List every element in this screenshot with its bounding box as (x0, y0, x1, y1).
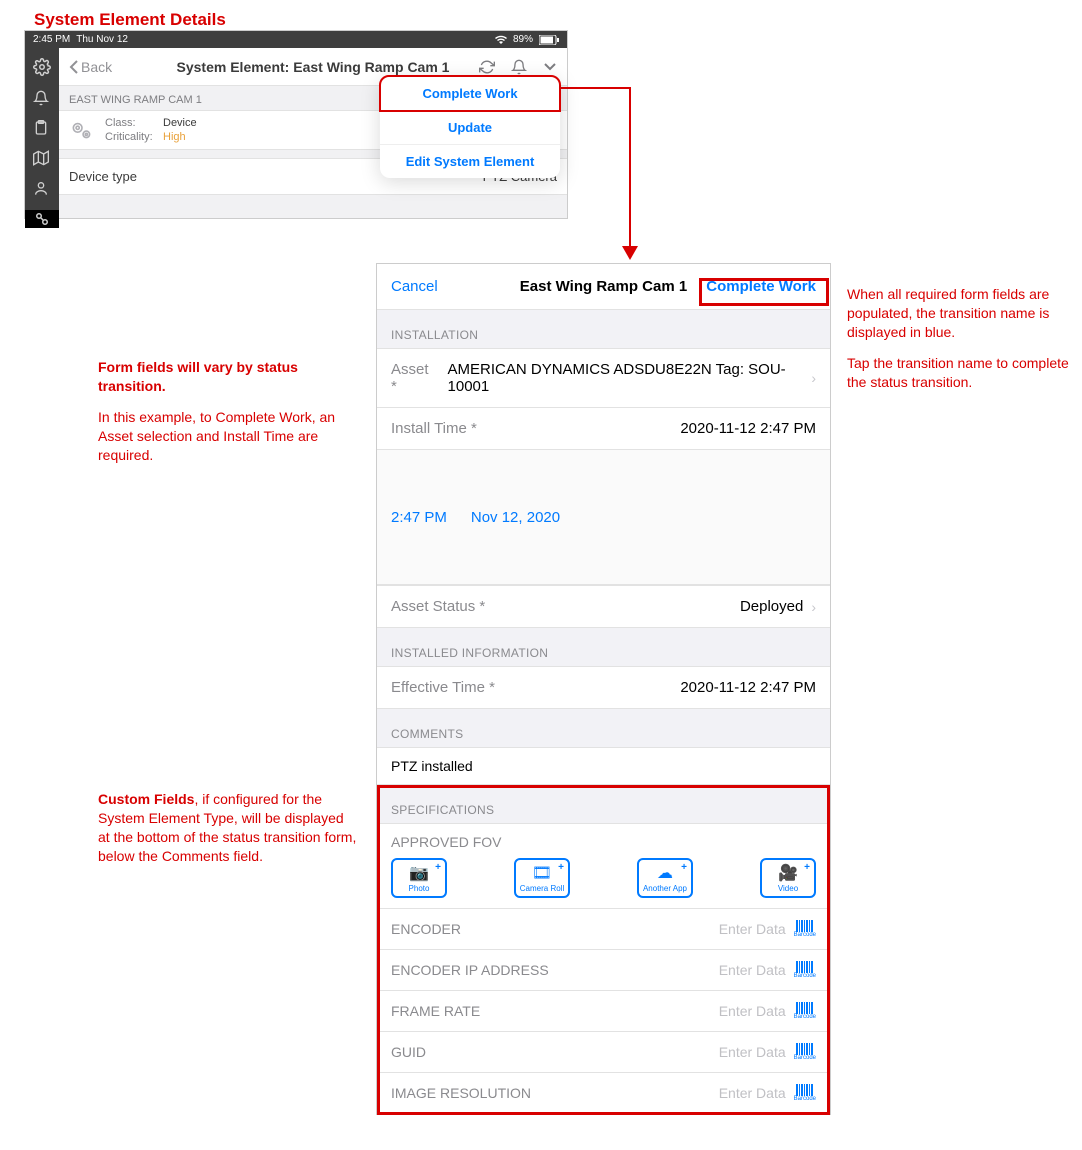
spec-placeholder: Enter Data (719, 1003, 786, 1019)
spec-row-label: ENCODER IP ADDRESS (391, 962, 549, 978)
popover-edit-system-element[interactable]: Edit System Element (380, 145, 560, 178)
asset-row[interactable]: Asset * AMERICAN DYNAMICS ADSDU8E22N Tag… (377, 348, 830, 408)
install-time-label: Install Time * (391, 420, 477, 437)
barcode-icon[interactable]: Barcode (794, 1084, 816, 1102)
datetime-picker[interactable]: 2:47 PM Nov 12, 2020 (377, 450, 830, 585)
action-popover: Complete Work Update Edit System Element (380, 76, 560, 178)
popover-update[interactable]: Update (380, 111, 560, 145)
clipboard-icon[interactable] (33, 120, 51, 136)
user-location-icon[interactable] (33, 180, 51, 196)
comments-field[interactable]: PTZ installed (377, 747, 830, 785)
battery-percent: 89% (513, 34, 533, 45)
install-time-value: 2020-11-12 2:47 PM (680, 420, 816, 437)
spec-row-label: IMAGE RESOLUTION (391, 1085, 531, 1101)
criticality-label: Criticality: (105, 131, 157, 143)
video-icon: 🎥 (778, 863, 798, 883)
another-app-button[interactable]: +☁Another App (637, 858, 693, 898)
chevron-right-icon: › (811, 599, 816, 615)
cloud-icon: ☁ (657, 863, 673, 883)
system-element-icon[interactable] (25, 210, 59, 228)
sidebar (25, 48, 59, 218)
class-label: Class: (105, 117, 157, 129)
media-buttons-row: +📷Photo +🎞Camera Roll +☁Another App +🎥Vi… (377, 854, 830, 909)
notification-icon[interactable] (511, 59, 527, 75)
film-icon: 🎞 (532, 863, 552, 883)
barcode-icon[interactable]: Barcode (794, 920, 816, 938)
asset-value: AMERICAN DYNAMICS ADSDU8E22N Tag: SOU-10… (448, 361, 804, 395)
effective-time-value: 2020-11-12 2:47 PM (680, 679, 816, 696)
asset-label: Asset * (391, 361, 436, 395)
spec-row[interactable]: IMAGE RESOLUTION Enter Data Barcode (377, 1073, 830, 1114)
approved-fov-label: APPROVED FOV (377, 823, 830, 854)
spec-row[interactable]: GUID Enter Data Barcode (377, 1032, 830, 1073)
gears-icon (69, 117, 95, 143)
video-button[interactable]: +🎥Video (760, 858, 816, 898)
status-transition-form: Cancel East Wing Ramp Cam 1 Complete Wor… (376, 263, 831, 1115)
spec-row-label: ENCODER (391, 921, 461, 937)
bell-icon[interactable] (33, 90, 51, 106)
photo-button[interactable]: +📷Photo (391, 858, 447, 898)
page-title: System Element Details (34, 10, 226, 30)
spec-placeholder: Enter Data (719, 1085, 786, 1101)
spec-placeholder: Enter Data (719, 921, 786, 937)
highlight-complete-work (699, 278, 829, 306)
arrow-head-icon (622, 246, 638, 260)
status-date: Thu Nov 12 (76, 34, 128, 45)
barcode-icon[interactable]: Barcode (794, 1043, 816, 1061)
chevron-right-icon: › (811, 370, 816, 386)
spec-row[interactable]: ENCODER IP ADDRESS Enter Data Barcode (377, 950, 830, 991)
spec-row[interactable]: FRAME RATE Enter Data Barcode (377, 991, 830, 1032)
spec-placeholder: Enter Data (719, 1044, 786, 1060)
camera-icon: 📷 (409, 863, 429, 883)
back-label: Back (81, 59, 112, 75)
annotation-right-1: When all required form fields are popula… (847, 285, 1082, 391)
device-type-label: Device type (69, 169, 137, 184)
asset-status-label: Asset Status * (391, 598, 485, 615)
annotation-left-1: Form fields will vary by status transiti… (98, 358, 358, 464)
class-value: Device (163, 117, 197, 129)
spec-row-label: GUID (391, 1044, 426, 1060)
status-bar: 2:45 PM Thu Nov 12 89% (25, 31, 567, 48)
popover-complete-work[interactable]: Complete Work (379, 75, 561, 112)
back-button[interactable]: Back (69, 59, 112, 75)
asset-status-row[interactable]: Asset Status * Deployed › (377, 585, 830, 628)
asset-status-value: Deployed (740, 598, 803, 615)
camera-roll-button[interactable]: +🎞Camera Roll (514, 858, 570, 898)
picker-time[interactable]: 2:47 PM (391, 509, 447, 526)
arrow-line (552, 87, 630, 89)
barcode-icon[interactable]: Barcode (794, 961, 816, 979)
section-installation: INSTALLATION (377, 310, 830, 348)
section-installed-info: INSTALLED INFORMATION (377, 628, 830, 666)
spec-row[interactable]: ENCODER Enter Data Barcode (377, 909, 830, 950)
map-icon[interactable] (33, 150, 51, 166)
spec-placeholder: Enter Data (719, 962, 786, 978)
cancel-button[interactable]: Cancel (391, 278, 438, 295)
battery-icon (539, 35, 559, 45)
install-time-row[interactable]: Install Time * 2020-11-12 2:47 PM (377, 408, 830, 450)
wifi-icon (495, 35, 507, 45)
effective-time-label: Effective Time * (391, 679, 495, 696)
section-specifications: SPECIFICATIONS (377, 785, 830, 823)
barcode-icon[interactable]: Barcode (794, 1002, 816, 1020)
effective-time-row[interactable]: Effective Time * 2020-11-12 2:47 PM (377, 666, 830, 709)
section-comments: COMMENTS (377, 709, 830, 747)
spec-row-label: FRAME RATE (391, 1003, 480, 1019)
annotation-left-2: Custom Fields, if configured for the Sys… (98, 790, 358, 866)
picker-date[interactable]: Nov 12, 2020 (471, 509, 560, 526)
refresh-icon[interactable] (479, 59, 495, 75)
arrow-line (629, 87, 631, 253)
criticality-value: High (163, 131, 186, 143)
status-time: 2:45 PM (33, 34, 70, 45)
more-menu-icon[interactable] (543, 59, 557, 75)
settings-icon[interactable] (33, 58, 51, 76)
